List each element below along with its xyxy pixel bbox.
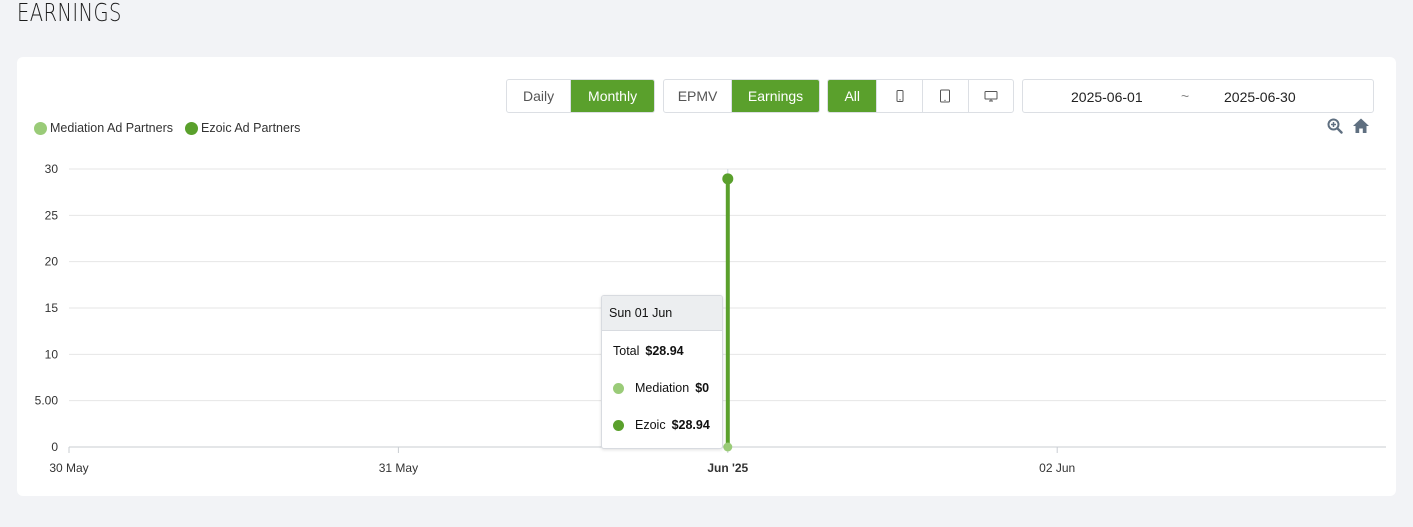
tooltip-label-mediation: Mediation: [635, 381, 690, 395]
mediation-data-point: [723, 442, 733, 452]
tooltip-value-mediation: $0: [695, 381, 710, 395]
tooltip-total: Total $28.94: [613, 344, 684, 358]
y-tick-label: 5.00: [35, 394, 59, 408]
tooltip-date: Sun 01 Jun: [602, 296, 722, 331]
tooltip-label-ezoic: Ezoic: [635, 418, 666, 432]
x-tick-label: 30 May: [49, 461, 88, 475]
tooltip-total-label: Total: [613, 344, 640, 358]
ezoic-data-point: [722, 173, 734, 185]
tooltip-value-ezoic: $28.94: [671, 418, 710, 432]
y-tick-label: 15: [45, 301, 59, 315]
tooltip-total-value: $28.94: [645, 344, 684, 358]
y-tick-label: 20: [45, 255, 59, 269]
x-tick-label: 31 May: [379, 461, 418, 475]
y-tick-label: 25: [45, 208, 59, 222]
x-tick-label: 02 Jun: [1039, 461, 1075, 475]
y-tick-label: 10: [45, 347, 59, 361]
tooltip-row-ezoic: Ezoic $28.94: [613, 418, 710, 432]
chart-tooltip: Sun 01 Jun Total $28.94 Mediation $0 Ezo…: [601, 295, 723, 449]
tooltip-dot-ezoic: [613, 419, 624, 431]
tooltip-row-mediation: Mediation $0: [613, 381, 709, 395]
x-tick-label: Jun '25: [707, 461, 748, 475]
tooltip-dot-mediation: [613, 382, 624, 394]
y-tick-label: 0: [51, 440, 58, 454]
y-tick-label: 30: [45, 162, 59, 176]
earnings-card: Daily Monthly EPMV Earnings All 2025-06-…: [17, 57, 1396, 496]
page-title: EARNINGS: [17, 0, 122, 27]
